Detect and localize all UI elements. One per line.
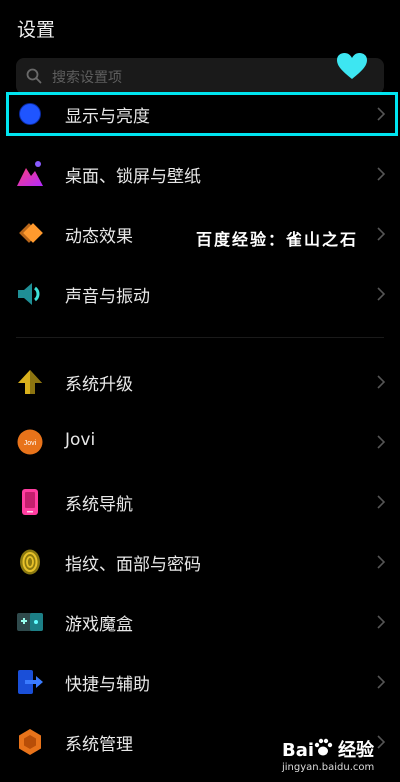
system-update-icon: [18, 370, 42, 394]
settings-item-fingerprint[interactable]: 指纹、面部与密码: [0, 532, 400, 592]
motion-effects-icon: [19, 223, 43, 243]
system-management-icon: [19, 729, 41, 755]
settings-item-sound[interactable]: 声音与振动: [0, 264, 400, 324]
chevron-right-icon: [377, 167, 386, 181]
chevron-right-icon: [377, 287, 386, 301]
chevron-right-icon: [377, 375, 386, 389]
jovi-icon: Jovi: [17, 429, 43, 455]
settings-item-system-navigation[interactable]: 系统导航: [0, 472, 400, 532]
brand-logo-left: Bai: [282, 740, 315, 761]
game-box-icon: [17, 613, 43, 631]
settings-item-label: 系统管理: [65, 735, 133, 755]
settings-item-wallpaper[interactable]: 桌面、锁屏与壁纸: [0, 144, 400, 204]
paw-icon: [314, 738, 333, 756]
watermark-text: 百度经验：雀山之石: [196, 230, 359, 249]
chevron-right-icon: [377, 555, 386, 569]
settings-item-label: 系统升级: [65, 375, 133, 395]
fingerprint-icon: [20, 549, 40, 575]
brand-url: jingyan.baidu.com: [282, 762, 375, 773]
settings-item-jovi[interactable]: Jovi Jovi: [0, 412, 400, 472]
baidu-jingyan-watermark: Bai 经验 jingyan.baidu.com: [282, 736, 392, 780]
wallpaper-icon: [17, 161, 43, 186]
settings-item-game-box[interactable]: 游戏魔盒: [0, 592, 400, 652]
chevron-right-icon: [377, 615, 386, 629]
settings-item-label: 快捷与辅助: [65, 675, 150, 695]
svg-text:Jovi: Jovi: [24, 440, 37, 447]
search-icon: [26, 68, 42, 84]
settings-item-label: 动态效果: [65, 227, 133, 247]
settings-item-shortcut[interactable]: 快捷与辅助: [0, 652, 400, 712]
settings-item-label: 声音与振动: [65, 287, 150, 307]
chevron-right-icon: [377, 227, 386, 241]
system-navigation-icon: [22, 489, 38, 515]
settings-item-label: 系统导航: [65, 495, 133, 515]
settings-item-label: 桌面、锁屏与壁纸: [65, 167, 201, 187]
shortcut-icon: [18, 670, 43, 694]
highlight-box: [6, 92, 398, 136]
page-title: 设置: [17, 19, 56, 41]
chevron-right-icon: [377, 675, 386, 689]
chevron-right-icon: [377, 435, 386, 449]
heart-icon: [337, 53, 367, 79]
settings-item-label: 指纹、面部与密码: [65, 555, 201, 575]
settings-item-system-update[interactable]: 系统升级: [0, 352, 400, 412]
settings-item-label: 游戏魔盒: [65, 615, 133, 635]
brand-logo-right: 经验: [338, 740, 375, 761]
sound-icon: [18, 283, 40, 305]
chevron-right-icon: [377, 495, 386, 509]
group-divider: [16, 337, 384, 338]
settings-item-label: Jovi: [65, 430, 96, 450]
